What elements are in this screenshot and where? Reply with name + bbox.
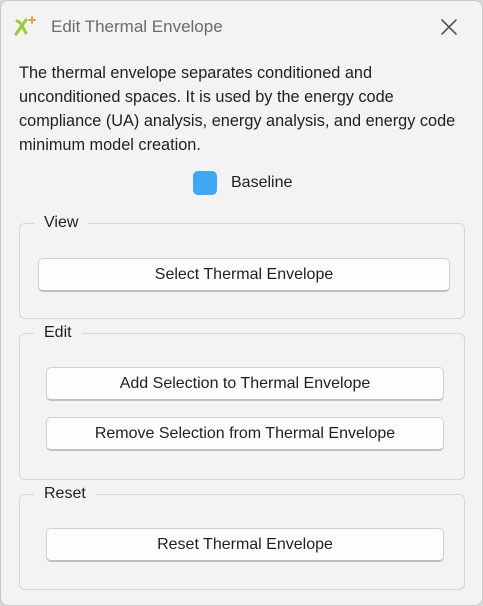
close-button[interactable] [434, 12, 464, 42]
add-selection-button[interactable]: Add Selection to Thermal Envelope [46, 367, 444, 401]
xn-logo-icon [13, 14, 39, 38]
reset-thermal-envelope-button[interactable]: Reset Thermal Envelope [46, 528, 444, 562]
edit-thermal-envelope-dialog: Edit Thermal Envelope The thermal envelo… [0, 0, 483, 606]
view-group-title: View [34, 212, 89, 234]
baseline-label: Baseline [231, 174, 293, 191]
reset-group-title: Reset [34, 483, 96, 505]
remove-selection-button[interactable]: Remove Selection from Thermal Envelope [46, 417, 444, 451]
description-text: The thermal envelope separates condition… [19, 64, 456, 154]
edit-group: Edit Add Selection to Thermal Envelope R… [19, 322, 465, 480]
select-thermal-envelope-button[interactable]: Select Thermal Envelope [38, 258, 450, 292]
baseline-indicator: Baseline [193, 171, 292, 195]
close-icon [441, 19, 457, 35]
window-title: Edit Thermal Envelope [51, 17, 223, 36]
title-bar: Edit Thermal Envelope [1, 1, 482, 53]
edit-group-title: Edit [34, 322, 82, 344]
reset-group: Reset Reset Thermal Envelope [19, 483, 465, 590]
baseline-color-swatch [193, 171, 217, 195]
view-group: View Select Thermal Envelope [19, 212, 465, 319]
